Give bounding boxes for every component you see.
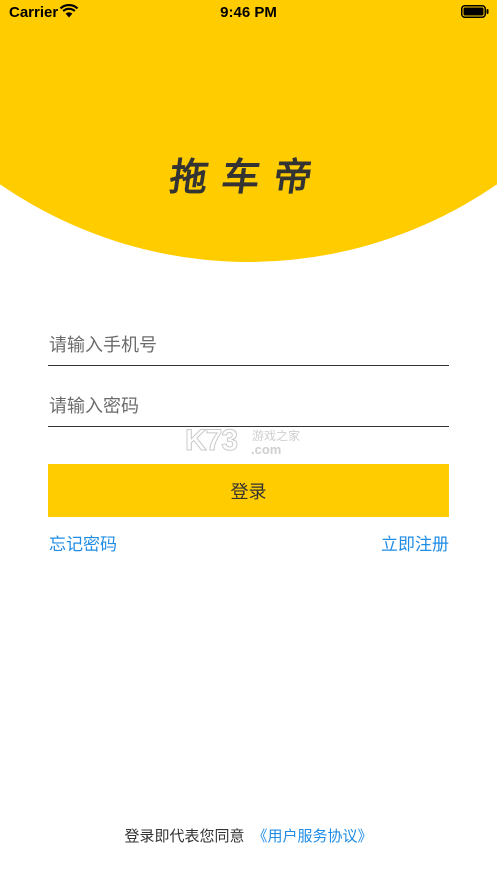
watermark: K73 游戏之家 .com	[184, 424, 315, 460]
watermark-domain: .com	[251, 442, 282, 457]
login-button[interactable]: 登录	[48, 464, 449, 517]
login-screen: Carrier 9:46 PM 拖车帝 K73 游戏之家 .com 登录 忘记密…	[0, 0, 497, 883]
watermark-site-text: 游戏之家	[252, 429, 301, 443]
status-bar: Carrier 9:46 PM	[0, 0, 497, 26]
phone-input[interactable]	[48, 326, 449, 366]
watermark-brand: K73	[184, 424, 238, 458]
forgot-password-link[interactable]: 忘记密码	[49, 530, 117, 555]
agreement-text: 登录即代表您同意 《用户服务协议》	[0, 825, 497, 846]
clock: 9:46 PM	[220, 4, 277, 21]
app-logo: 拖车帝	[166, 154, 330, 199]
user-agreement-link[interactable]: 《用户服务协议》	[253, 827, 373, 845]
password-input[interactable]	[48, 387, 449, 427]
agreement-prefix: 登录即代表您同意	[124, 827, 245, 845]
battery-icon	[461, 5, 489, 18]
header-background	[0, 0, 497, 262]
register-link[interactable]: 立即注册	[381, 530, 449, 555]
